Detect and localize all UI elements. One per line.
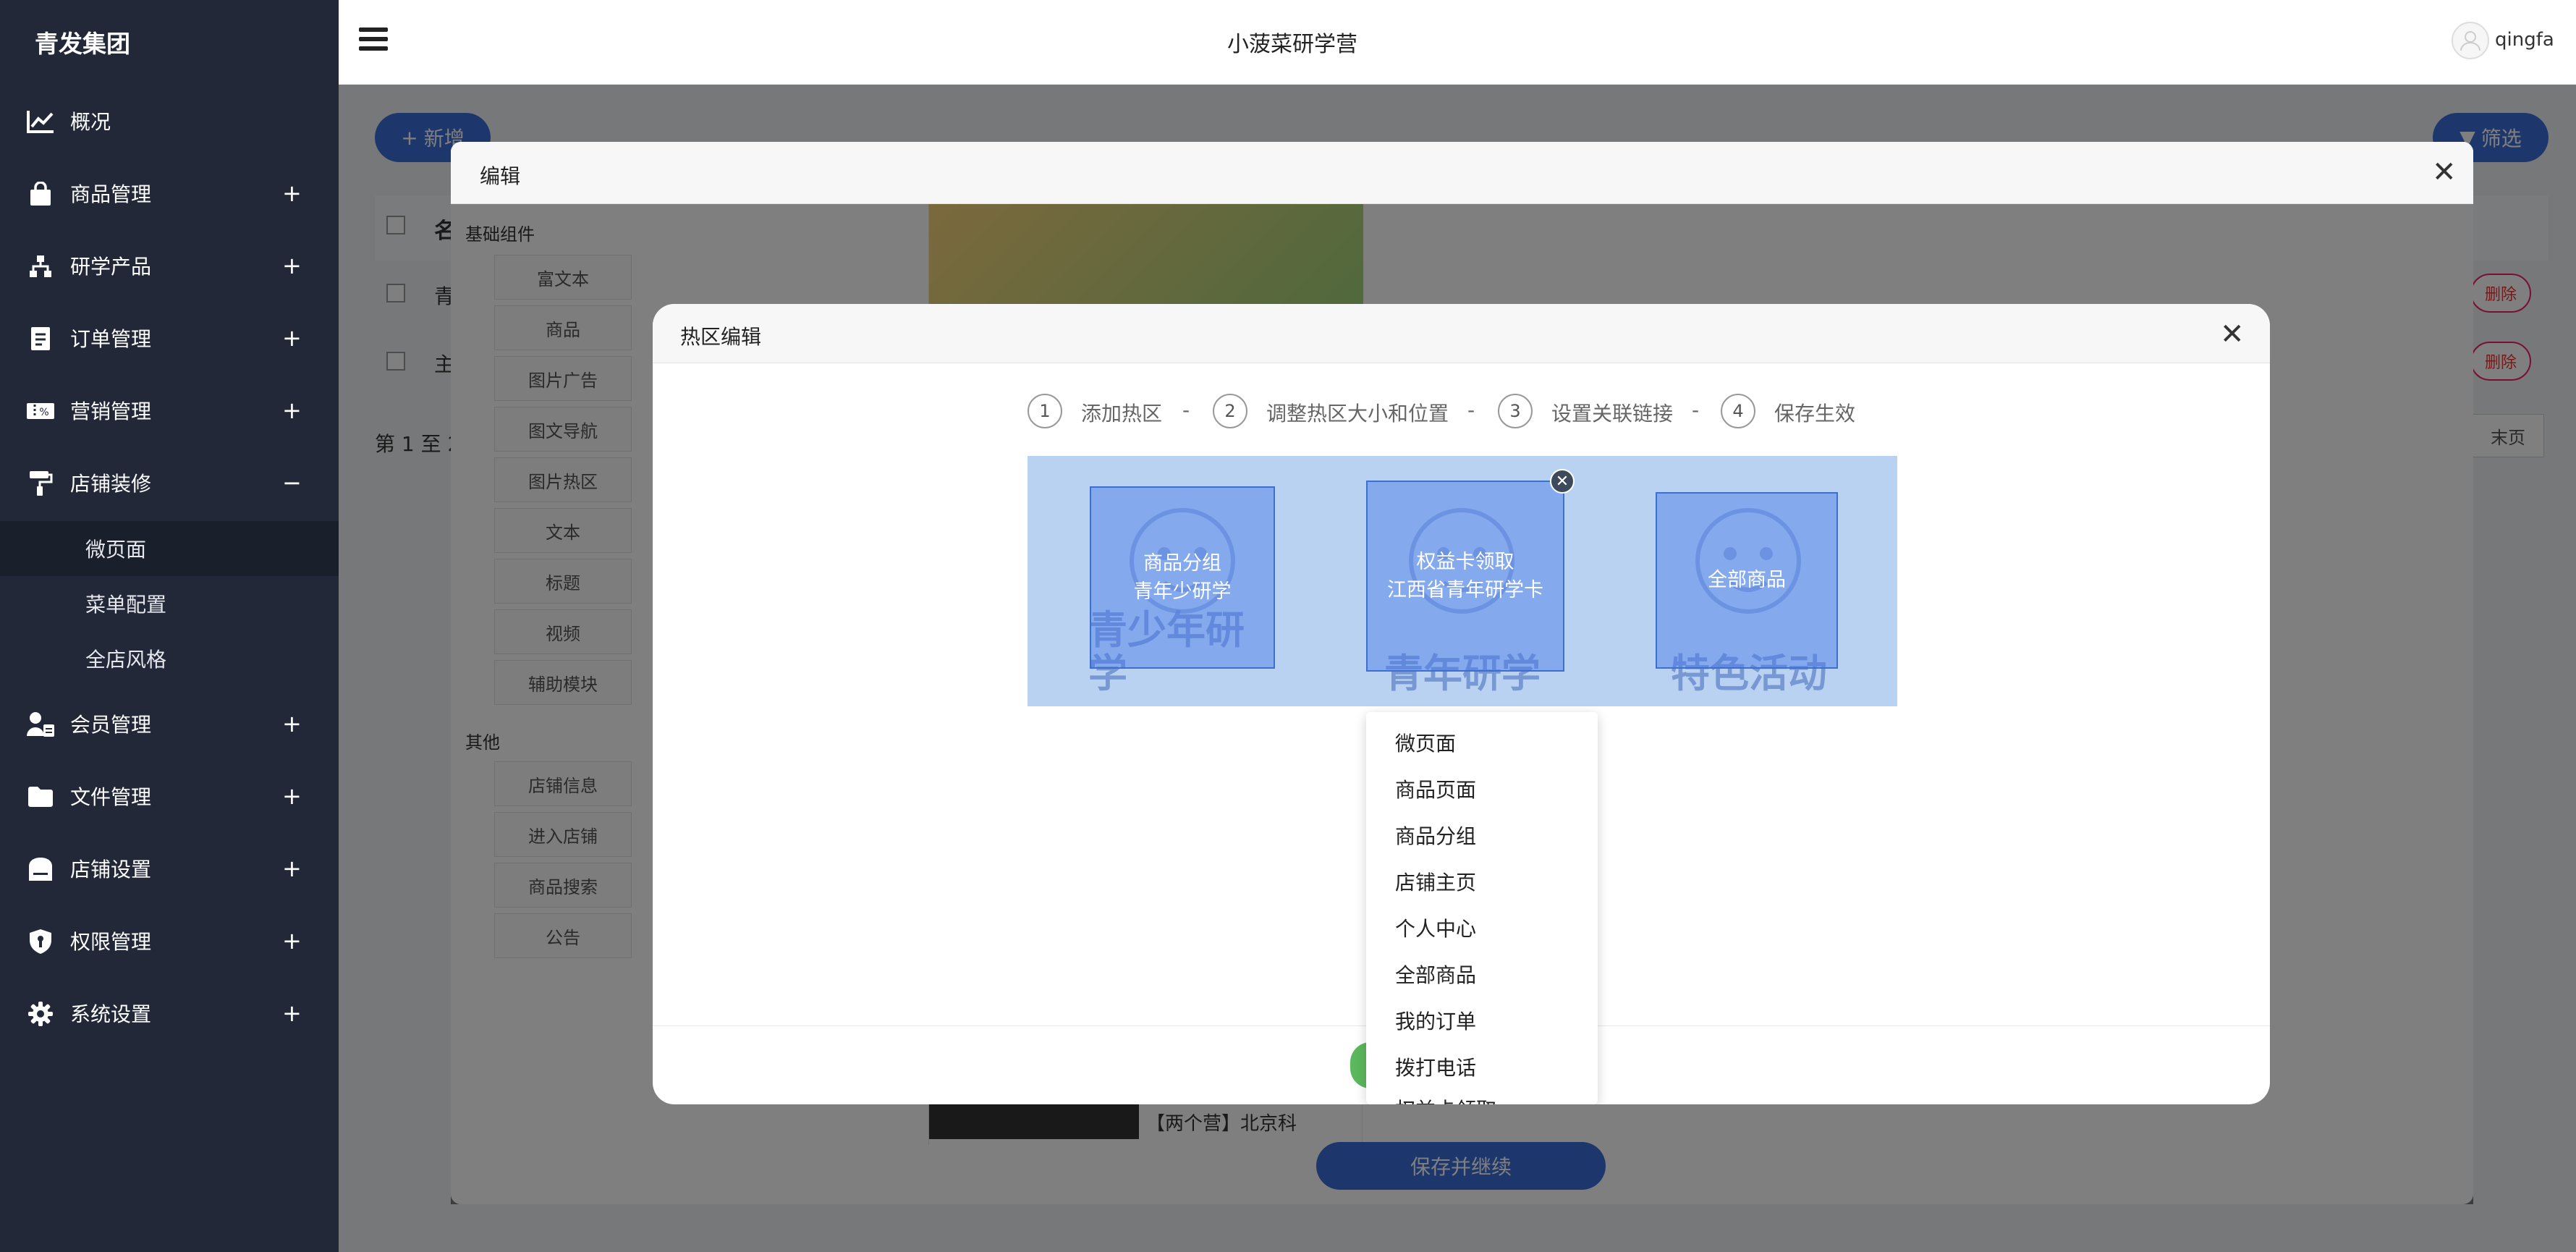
dropdown-option[interactable]: 微页面 bbox=[1395, 728, 1456, 757]
shopping-bag-icon bbox=[26, 182, 55, 206]
sidebar-item-label: 研学产品 bbox=[70, 255, 152, 279]
file-list-icon bbox=[26, 326, 55, 351]
remove-hotspot-icon[interactable]: ✕ bbox=[1550, 469, 1575, 494]
hotspot-link-target: 青年少研学 bbox=[1133, 580, 1232, 603]
coupon-icon: % bbox=[26, 399, 55, 423]
modal-title: 热区编辑 bbox=[680, 325, 762, 349]
sidebar-item-label: 权限管理 bbox=[70, 930, 152, 954]
sidebar-subitem-micro-page[interactable]: 微页面 bbox=[0, 521, 339, 576]
step-separator: - bbox=[1182, 398, 1190, 422]
step-separator: - bbox=[1467, 398, 1475, 422]
sidebar-subitem-store-style[interactable]: 全店风格 bbox=[0, 631, 339, 686]
chart-line-icon bbox=[26, 109, 55, 134]
sidebar-subitem-label: 微页面 bbox=[85, 538, 147, 562]
sidebar-item-store-decoration[interactable]: 店铺装修 − bbox=[0, 447, 339, 519]
sidebar-item-store-settings[interactable]: 店铺设置 + bbox=[0, 832, 339, 905]
modal-header: 热区编辑 ✕ bbox=[653, 304, 2270, 363]
dropdown-option[interactable]: 商品页面 bbox=[1395, 774, 1476, 803]
shield-icon bbox=[26, 929, 55, 954]
collapse-icon[interactable]: − bbox=[282, 471, 302, 494]
top-header: 小菠菜研学营 qingfa bbox=[339, 0, 2576, 85]
sidebar-item-study-products[interactable]: 研学产品 + bbox=[0, 229, 339, 302]
sidebar-subitem-label: 全店风格 bbox=[85, 648, 167, 672]
hamburger-menu-icon[interactable] bbox=[359, 28, 388, 52]
hotspot-area[interactable]: 商品分组 青年少研学 bbox=[1090, 486, 1275, 669]
sidebar-item-system-settings[interactable]: 系统设置 + bbox=[0, 977, 339, 1049]
hotspot-link-type: 权益卡领取 bbox=[1416, 550, 1514, 573]
sidebar-item-label: 店铺设置 bbox=[70, 858, 152, 881]
hotzone-modal: 热区编辑 ✕ 1 添加热区 - 2 调整热区大小和位置 - 3 设置关联链接 -… bbox=[653, 304, 2270, 1104]
dropdown-option[interactable]: 拨打电话 bbox=[1395, 1052, 1476, 1081]
step-number: 2 bbox=[1213, 394, 1247, 428]
modal-title: 编辑 bbox=[480, 164, 521, 188]
sidebar-subitem-label: 菜单配置 bbox=[85, 593, 167, 617]
expand-icon[interactable]: + bbox=[282, 399, 302, 422]
expand-icon[interactable]: + bbox=[282, 857, 302, 880]
hotspot-link-type: 全部商品 bbox=[1708, 569, 1786, 592]
step-number: 4 bbox=[1721, 394, 1755, 428]
step-label: 调整热区大小和位置 bbox=[1266, 402, 1449, 426]
expand-icon[interactable]: + bbox=[282, 182, 302, 205]
sidebar-item-overview[interactable]: 概况 bbox=[0, 85, 339, 157]
expand-icon[interactable]: + bbox=[282, 929, 302, 952]
sidebar-item-files[interactable]: 文件管理 + bbox=[0, 760, 339, 832]
sidebar-item-products[interactable]: 商品管理 + bbox=[0, 157, 339, 229]
brand-logo-text: 青发集团 bbox=[35, 30, 130, 58]
sidebar-item-label: 营销管理 bbox=[70, 399, 152, 423]
user-avatar-icon[interactable] bbox=[2452, 22, 2489, 59]
dropdown-option[interactable]: 店铺主页 bbox=[1395, 867, 1476, 896]
sidebar-item-label: 会员管理 bbox=[70, 713, 152, 737]
sitemap-icon bbox=[26, 254, 55, 279]
close-icon[interactable]: ✕ bbox=[2432, 158, 2457, 187]
link-type-dropdown: 微页面 商品页面 商品分组 店铺主页 个人中心 全部商品 我的订单 拨打电话 权… bbox=[1366, 712, 1598, 1104]
paint-roller-icon bbox=[26, 471, 55, 496]
dropdown-option[interactable]: 全部商品 bbox=[1395, 960, 1476, 989]
sidebar-item-label: 订单管理 bbox=[70, 327, 152, 351]
sidebar-item-members[interactable]: 会员管理 + bbox=[0, 688, 339, 760]
step-label: 设置关联链接 bbox=[1551, 402, 1674, 426]
hotspot-area-selected[interactable]: 权益卡领取 江西省青年研学卡 bbox=[1366, 481, 1564, 672]
store-icon bbox=[26, 857, 55, 881]
sidebar-item-marketing[interactable]: % 营销管理 + bbox=[0, 374, 339, 447]
username[interactable]: qingfa bbox=[2495, 29, 2554, 51]
expand-icon[interactable]: + bbox=[282, 1002, 302, 1025]
expand-icon[interactable]: + bbox=[282, 254, 302, 277]
modal-header: 编辑 ✕ bbox=[451, 142, 2473, 204]
sidebar-item-permissions[interactable]: 权限管理 + bbox=[0, 905, 339, 977]
sidebar-item-label: 概况 bbox=[70, 110, 111, 134]
dropdown-option[interactable]: 我的订单 bbox=[1395, 1006, 1476, 1035]
gear-icon bbox=[26, 1002, 55, 1026]
sidebar-subitem-menu-config[interactable]: 菜单配置 bbox=[0, 576, 339, 631]
hotspot-link-type: 商品分组 bbox=[1143, 551, 1221, 575]
close-icon[interactable]: ✕ bbox=[2220, 320, 2245, 349]
folder-icon bbox=[26, 784, 55, 809]
expand-icon[interactable]: + bbox=[282, 784, 302, 808]
expand-icon[interactable]: + bbox=[282, 326, 302, 350]
step-number: 1 bbox=[1028, 394, 1062, 428]
user-card-icon bbox=[26, 712, 55, 737]
sidebar-item-label: 商品管理 bbox=[70, 182, 152, 206]
sidebar: 青发集团 概况 商品管理 + 研学产品 + 订单管理 + % 营销管理 + 店铺… bbox=[0, 0, 339, 1252]
dropdown-option[interactable]: 商品分组 bbox=[1395, 821, 1476, 850]
step-number: 3 bbox=[1498, 394, 1533, 428]
sidebar-item-orders[interactable]: 订单管理 + bbox=[0, 302, 339, 374]
expand-icon[interactable]: + bbox=[282, 712, 302, 735]
sidebar-item-label: 店铺装修 bbox=[70, 472, 152, 496]
step-separator: - bbox=[1692, 398, 1700, 422]
svg-text:%: % bbox=[39, 407, 48, 418]
sidebar-item-label: 文件管理 bbox=[70, 785, 152, 809]
sidebar-item-label: 系统设置 bbox=[70, 1002, 152, 1026]
hotspot-area[interactable]: 全部商品 bbox=[1656, 492, 1838, 669]
step-label: 添加热区 bbox=[1081, 402, 1163, 426]
step-label: 保存生效 bbox=[1774, 402, 1856, 426]
dropdown-option[interactable]: 个人中心 bbox=[1395, 913, 1476, 942]
dropdown-option[interactable]: 权益卡领取 bbox=[1395, 1094, 1496, 1104]
page-title: 小菠菜研学营 bbox=[1227, 32, 1357, 57]
hotspot-link-target: 江西省青年研学卡 bbox=[1387, 579, 1543, 601]
